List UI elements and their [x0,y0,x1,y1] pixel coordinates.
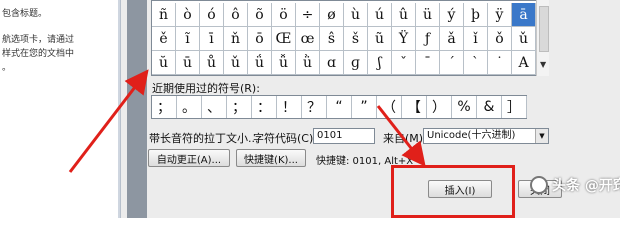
watermark-logo [530,176,548,194]
arrow-to-insert [376,105,426,167]
annotation-arrows [68,69,426,173]
watermark-text: 头条 @开窍 [552,178,620,194]
arrow-to-grid [68,69,149,173]
